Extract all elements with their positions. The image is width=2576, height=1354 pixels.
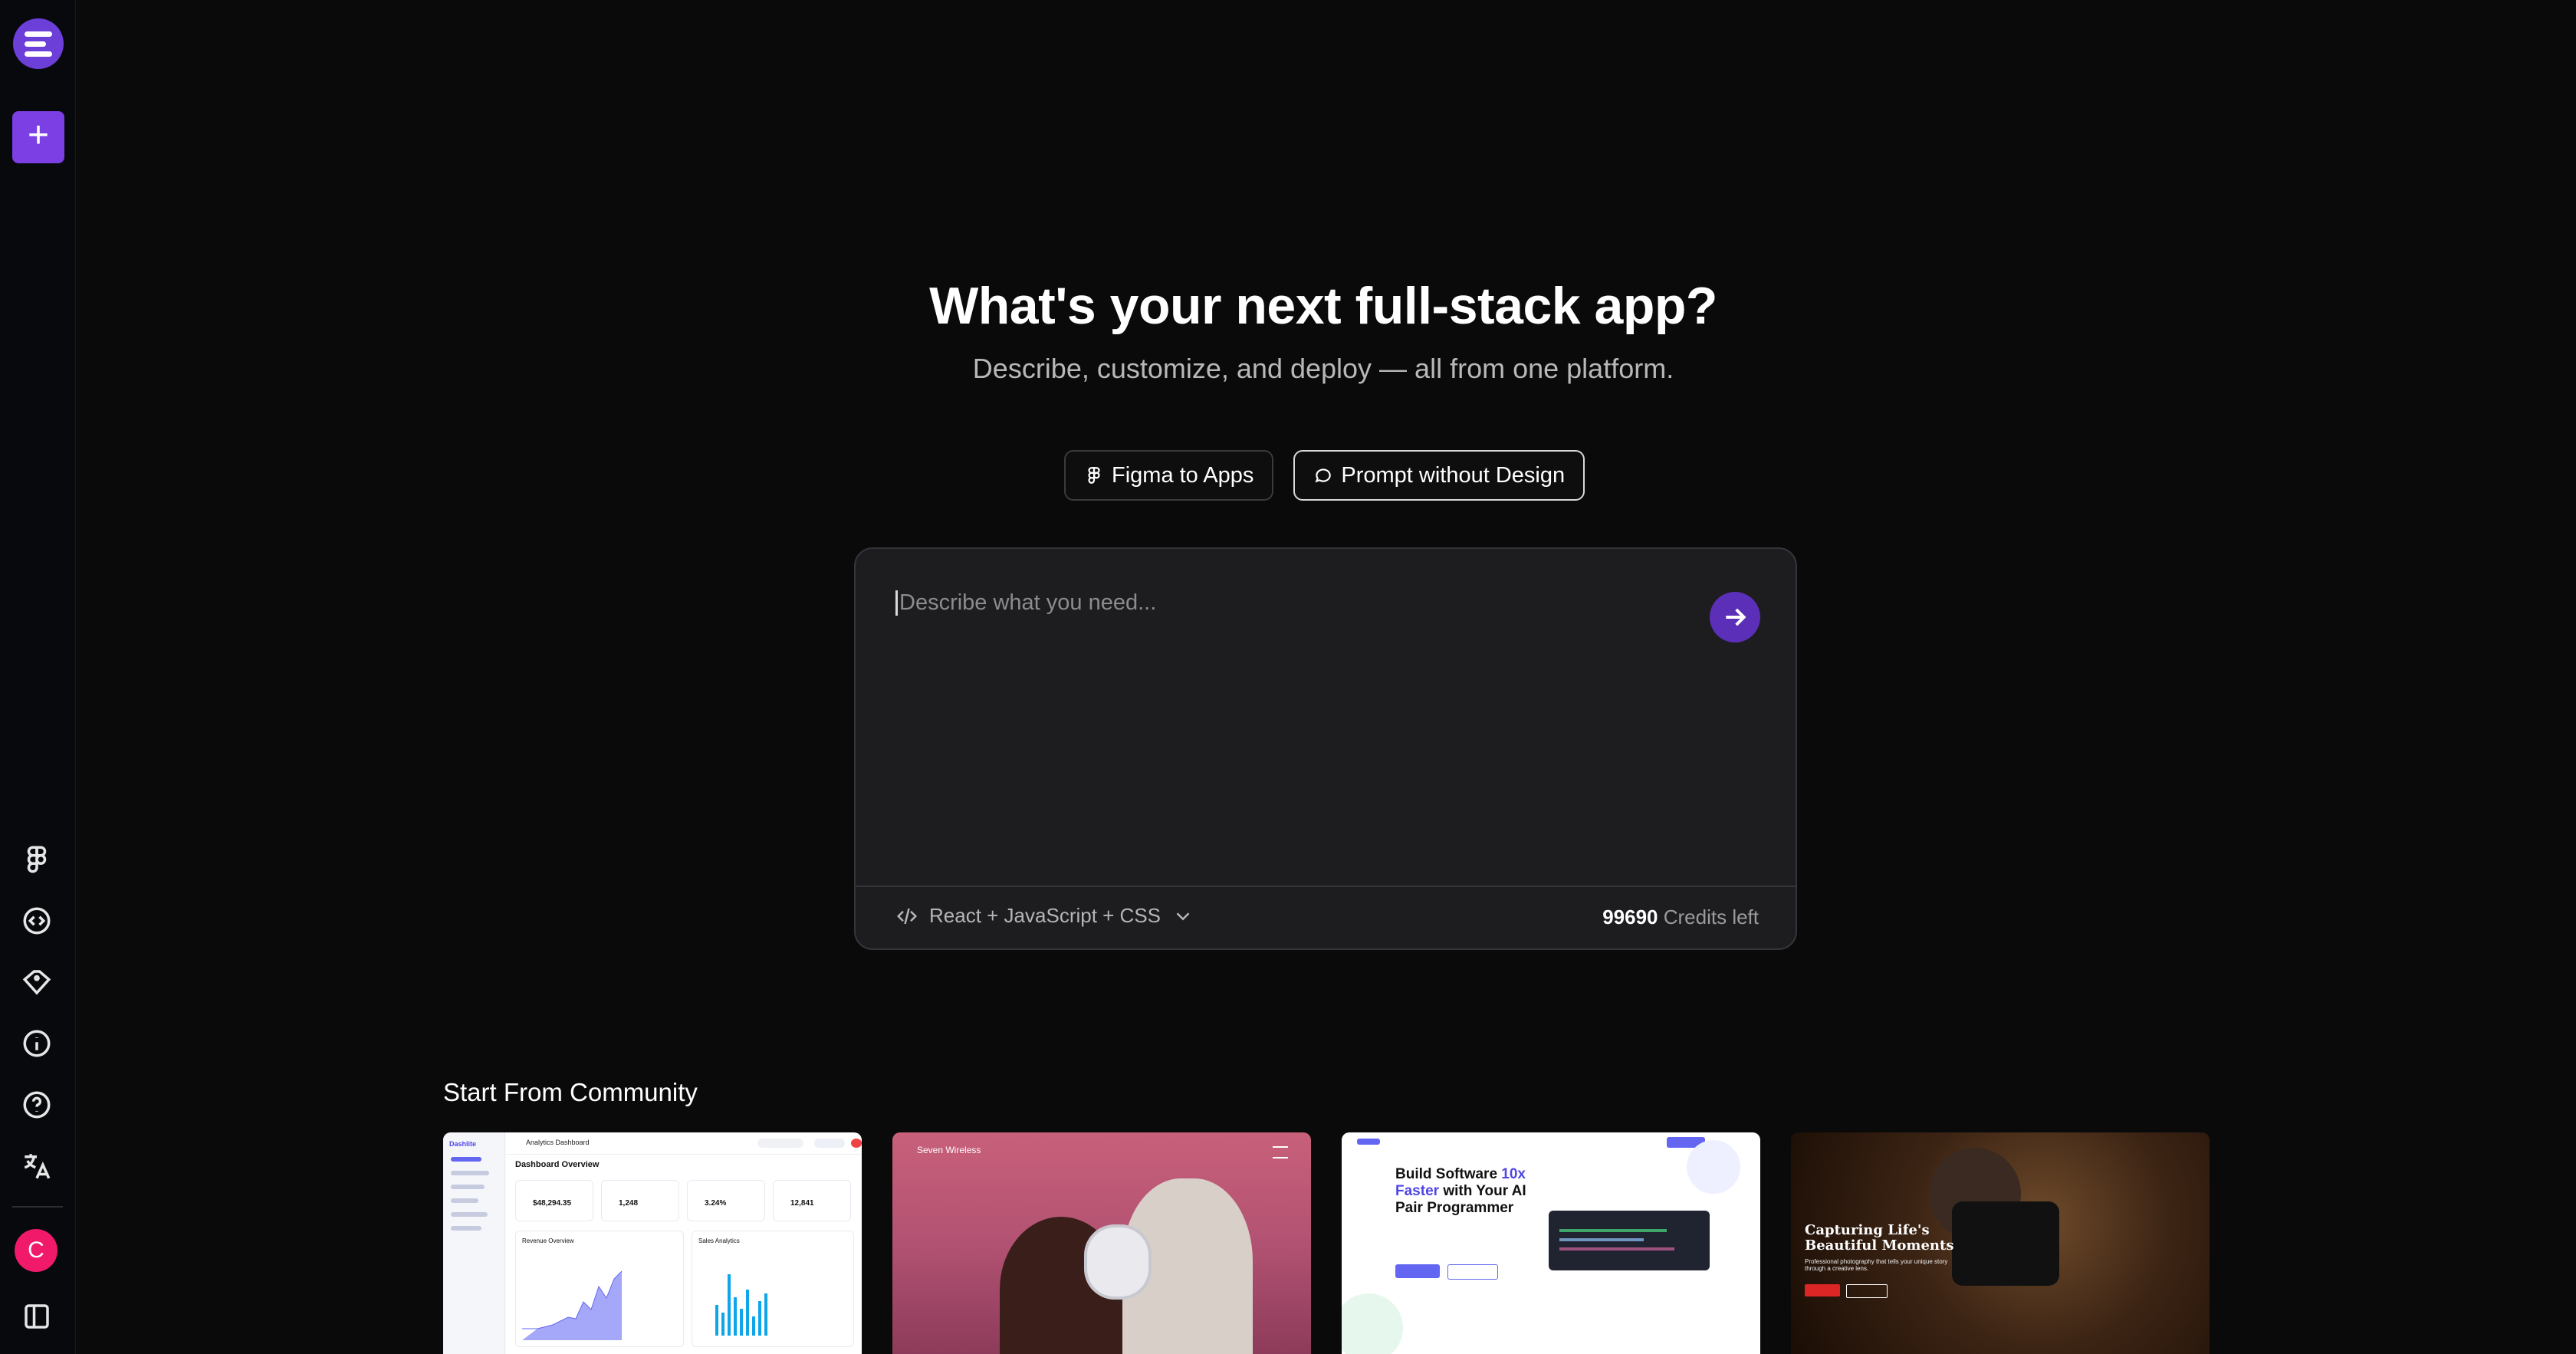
community-card-wireless[interactable]: Seven Wireless	[892, 1132, 1311, 1354]
community-card-photography[interactable]: Capturing Life's Beautiful Moments Profe…	[1791, 1132, 2210, 1354]
tab-prompt-without-design[interactable]: Prompt without Design	[1293, 450, 1585, 501]
page-title: What's your next full-stack app?	[929, 277, 1717, 335]
camera-image	[1952, 1201, 2059, 1286]
help-icon[interactable]	[18, 1086, 55, 1123]
card-headline: Build Software 10x Faster with Your AI P…	[1395, 1166, 1526, 1216]
credits-label: Credits left	[1663, 905, 1759, 928]
card-headline: Capturing Life's Beautiful Moments	[1805, 1222, 1954, 1254]
prompt-input[interactable]: Describe what you need...	[895, 590, 1704, 616]
dashboard-heading: Dashboard Overview	[515, 1160, 600, 1169]
tab-label: Figma to Apps	[1112, 462, 1254, 488]
stat-card: 3.24%	[687, 1180, 765, 1221]
code-icon	[896, 908, 918, 924]
stat-card: $48,294.35	[515, 1180, 593, 1221]
chevron-down-icon	[1176, 912, 1190, 921]
secondary-button	[1846, 1284, 1888, 1298]
primary-button	[1805, 1284, 1840, 1296]
primary-button	[1395, 1264, 1440, 1278]
prompt-box: Describe what you need... React + JavaSc…	[854, 547, 1797, 950]
bar-chart	[715, 1274, 767, 1336]
page-subtitle: Describe, customize, and deploy — all fr…	[972, 353, 1674, 384]
code-circle-icon[interactable]	[18, 902, 55, 939]
chat-icon	[1315, 468, 1332, 483]
revenue-chart-panel: Revenue Overview	[515, 1231, 684, 1347]
mode-tabs: Figma to Apps Prompt without Design	[1064, 450, 1585, 501]
menu-icon	[1273, 1146, 1288, 1158]
tab-figma-to-apps[interactable]: Figma to Apps	[1064, 450, 1274, 501]
sidebar-divider	[12, 1206, 63, 1208]
credits-counter: 99690 Credits left	[1602, 905, 1759, 929]
community-title: Start From Community	[443, 1078, 698, 1106]
headphones-image	[1084, 1224, 1152, 1300]
community-card-dashboard[interactable]: Dashlite Analytics Dashboard Dashboard O…	[443, 1132, 862, 1354]
tag-icon[interactable]	[18, 964, 55, 1001]
card-tagline: Professional photography that tells your…	[1805, 1258, 1948, 1272]
sidebar: + C	[0, 0, 76, 1354]
stat-card: 12,841	[773, 1180, 851, 1221]
dashboard-brand: Dashlite	[449, 1140, 477, 1148]
prompt-footer: React + JavaScript + CSS 99690 Credits l…	[856, 886, 1796, 948]
stat-card: 1,248	[601, 1180, 679, 1221]
figma-icon[interactable]	[18, 841, 55, 878]
credits-value: 99690	[1602, 905, 1658, 928]
secondary-button	[1447, 1264, 1498, 1280]
send-button[interactable]	[1710, 592, 1760, 642]
sales-chart-panel: Sales Analytics	[692, 1231, 854, 1347]
panel-toggle-icon[interactable]	[18, 1298, 55, 1335]
dashboard-topbar: Analytics Dashboard	[504, 1132, 862, 1155]
new-project-button[interactable]: +	[12, 111, 64, 163]
info-icon[interactable]	[18, 1025, 55, 1062]
app-logo[interactable]	[13, 18, 64, 69]
tab-label: Prompt without Design	[1341, 462, 1566, 488]
stack-selector[interactable]: React + JavaScript + CSS	[895, 904, 1194, 928]
figma-icon	[1088, 467, 1100, 484]
code-window	[1549, 1211, 1710, 1270]
card-brand: Seven Wireless	[917, 1145, 981, 1155]
arrow-right-icon	[1726, 608, 1746, 626]
dashboard-header: Analytics Dashboard	[526, 1139, 590, 1146]
community-card-ai-software[interactable]: Build Software 10x Faster with Your AI P…	[1342, 1132, 1760, 1354]
area-chart	[522, 1270, 623, 1340]
dashboard-sidebar: Dashlite	[443, 1132, 505, 1354]
stack-label: React + JavaScript + CSS	[929, 904, 1162, 927]
user-avatar[interactable]: C	[15, 1229, 58, 1272]
translate-icon[interactable]	[18, 1148, 55, 1185]
